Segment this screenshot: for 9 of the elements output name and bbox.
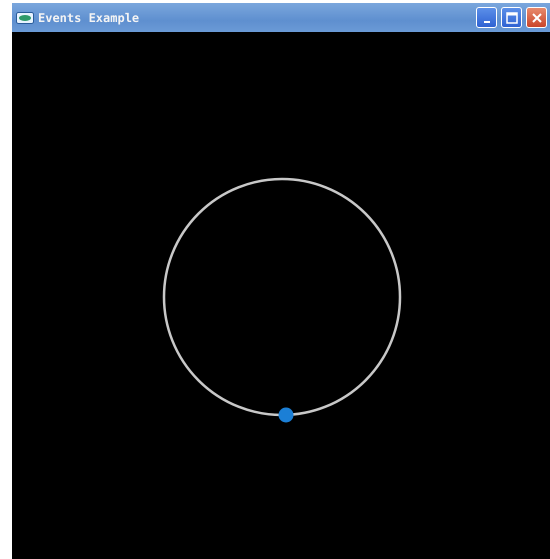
close-button[interactable]: [526, 7, 547, 28]
maximize-icon: [506, 12, 518, 24]
maximize-button[interactable]: [501, 7, 522, 28]
ball[interactable]: [278, 408, 294, 422]
window-title: Events Example: [38, 10, 140, 24]
minimize-icon: [484, 20, 490, 22]
minimize-button[interactable]: [476, 7, 497, 28]
app-icon: [16, 12, 34, 24]
close-icon: [530, 12, 542, 24]
